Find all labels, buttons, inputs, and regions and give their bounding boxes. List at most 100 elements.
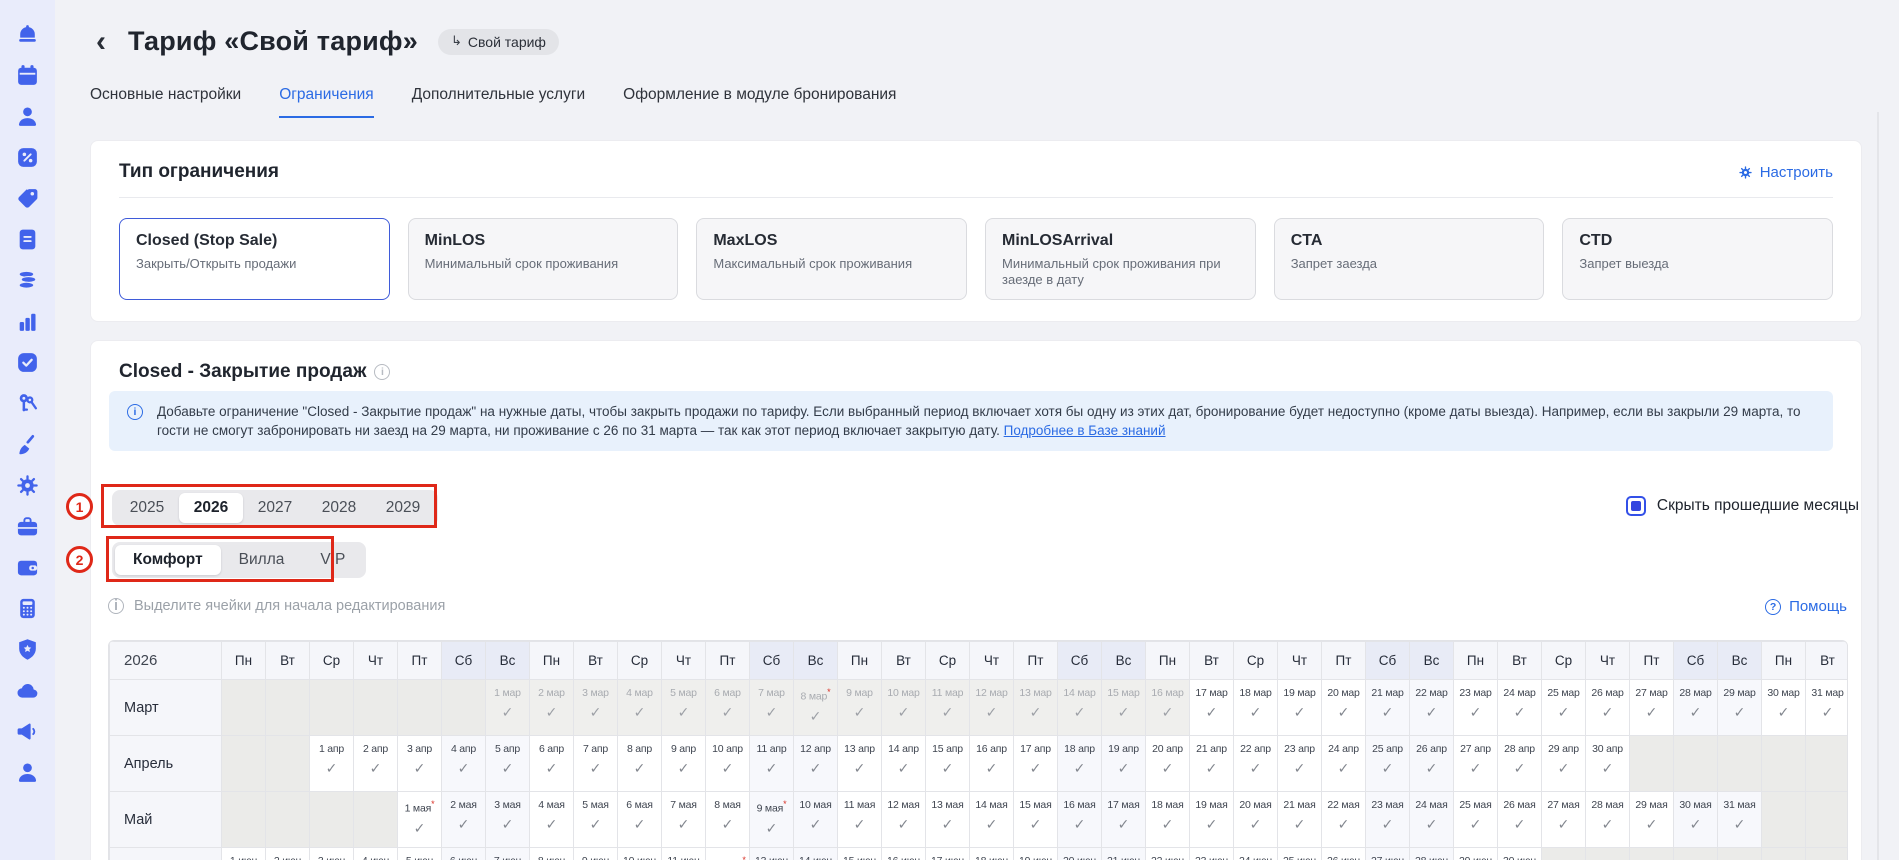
date-cell[interactable]: 30 июн✓ — [1498, 848, 1542, 860]
date-cell[interactable]: 23 мая✓ — [1366, 792, 1410, 848]
date-cell[interactable]: 18 мар✓ — [1234, 680, 1278, 736]
date-cell[interactable]: 26 апр✓ — [1410, 736, 1454, 792]
date-cell[interactable]: 23 апр✓ — [1278, 736, 1322, 792]
date-cell[interactable]: 6 мар✓ — [706, 680, 750, 736]
date-cell[interactable]: 26 мар✓ — [1586, 680, 1630, 736]
date-cell[interactable]: 1 июн✓ — [222, 848, 266, 860]
date-cell[interactable]: 29 июн✓ — [1454, 848, 1498, 860]
date-cell[interactable]: 8 апр✓ — [618, 736, 662, 792]
gear-icon[interactable] — [15, 473, 40, 498]
date-cell[interactable]: 4 мар✓ — [618, 680, 662, 736]
restriction-card-minlos[interactable]: MinLOSМинимальный срок проживания — [408, 218, 679, 300]
date-cell[interactable]: 20 июн✓ — [1058, 848, 1102, 860]
date-cell[interactable]: 31 мар✓ — [1806, 680, 1849, 736]
date-cell[interactable]: 3 мар✓ — [574, 680, 618, 736]
scrollbar[interactable] — [1877, 112, 1879, 860]
cloud-icon[interactable] — [15, 678, 40, 703]
date-cell[interactable]: 26 мая✓ — [1498, 792, 1542, 848]
date-cell[interactable]: 30 мая✓ — [1674, 792, 1718, 848]
configure-button[interactable]: Настроить — [1738, 164, 1833, 181]
user-icon[interactable] — [15, 104, 40, 129]
date-cell[interactable]: 29 апр✓ — [1542, 736, 1586, 792]
date-cell[interactable]: 22 мар✓ — [1410, 680, 1454, 736]
date-cell[interactable]: 11 мая✓ — [838, 792, 882, 848]
profile-icon[interactable] — [15, 760, 40, 785]
date-cell[interactable]: 24 июн✓ — [1234, 848, 1278, 860]
year-tab-2026[interactable]: 2026 — [179, 493, 243, 523]
date-cell[interactable]: 1 мар✓ — [486, 680, 530, 736]
help-link[interactable]: ? Помощь — [1765, 598, 1847, 615]
date-cell[interactable]: 12 июн*✓ — [706, 848, 750, 860]
year-tab-2029[interactable]: 2029 — [371, 493, 435, 523]
category-tab-vip[interactable]: VIP — [302, 545, 363, 575]
date-cell[interactable]: 27 мая✓ — [1542, 792, 1586, 848]
date-cell[interactable]: 5 мар✓ — [662, 680, 706, 736]
date-cell[interactable]: 14 апр✓ — [882, 736, 926, 792]
briefcase-icon[interactable] — [15, 514, 40, 539]
date-cell[interactable]: 16 июн✓ — [882, 848, 926, 860]
date-cell[interactable]: 21 апр✓ — [1190, 736, 1234, 792]
date-cell[interactable]: 9 апр✓ — [662, 736, 706, 792]
coins-icon[interactable] — [15, 268, 40, 293]
date-cell[interactable]: 10 июн✓ — [618, 848, 662, 860]
restriction-card-maxlos[interactable]: MaxLOSМаксимальный срок проживания — [696, 218, 967, 300]
date-cell[interactable]: 14 мая✓ — [970, 792, 1014, 848]
year-tab-2025[interactable]: 2025 — [115, 493, 179, 523]
tab-3[interactable]: Дополнительные услуги — [412, 86, 585, 118]
date-cell[interactable]: 18 июн✓ — [970, 848, 1014, 860]
restriction-card-ctd[interactable]: CTDЗапрет выезда — [1562, 218, 1833, 300]
date-cell[interactable]: 18 мая✓ — [1146, 792, 1190, 848]
date-cell[interactable]: 7 мая✓ — [662, 792, 706, 848]
knowledge-base-link[interactable]: Подробнее в Базе знаний — [1004, 423, 1166, 438]
date-cell[interactable]: 15 июн✓ — [838, 848, 882, 860]
document-icon[interactable] — [15, 227, 40, 252]
category-tab-вилла[interactable]: Вилла — [221, 545, 303, 575]
percent-icon[interactable] — [15, 145, 40, 170]
date-cell[interactable]: 10 мая✓ — [794, 792, 838, 848]
date-cell[interactable]: 3 мая✓ — [486, 792, 530, 848]
info-icon[interactable]: i — [374, 364, 390, 380]
date-cell[interactable]: 9 июн✓ — [574, 848, 618, 860]
date-cell[interactable]: 17 апр✓ — [1014, 736, 1058, 792]
date-cell[interactable]: 25 апр✓ — [1366, 736, 1410, 792]
date-cell[interactable]: 17 мая✓ — [1102, 792, 1146, 848]
date-cell[interactable]: 17 мар✓ — [1190, 680, 1234, 736]
keys-icon[interactable] — [15, 391, 40, 416]
date-cell[interactable]: 16 мар✓ — [1146, 680, 1190, 736]
date-cell[interactable]: 23 мар✓ — [1454, 680, 1498, 736]
date-cell[interactable]: 18 апр✓ — [1058, 736, 1102, 792]
date-cell[interactable]: 22 мая✓ — [1322, 792, 1366, 848]
date-cell[interactable]: 25 мая✓ — [1454, 792, 1498, 848]
date-cell[interactable]: 7 июн✓ — [486, 848, 530, 860]
date-cell[interactable]: 6 июн✓ — [442, 848, 486, 860]
date-cell[interactable]: 28 июн✓ — [1410, 848, 1454, 860]
date-cell[interactable]: 30 мар✓ — [1762, 680, 1806, 736]
date-cell[interactable]: 11 мар✓ — [926, 680, 970, 736]
date-cell[interactable]: 28 апр✓ — [1498, 736, 1542, 792]
date-cell[interactable]: 24 мая✓ — [1410, 792, 1454, 848]
date-cell[interactable]: 4 июн✓ — [354, 848, 398, 860]
wallet-icon[interactable] — [15, 555, 40, 580]
date-cell[interactable]: 12 апр✓ — [794, 736, 838, 792]
date-cell[interactable]: 12 мар✓ — [970, 680, 1014, 736]
date-cell[interactable]: 13 мая✓ — [926, 792, 970, 848]
date-cell[interactable]: 8 мая✓ — [706, 792, 750, 848]
date-cell[interactable]: 6 апр✓ — [530, 736, 574, 792]
date-cell[interactable]: 19 мая✓ — [1190, 792, 1234, 848]
date-cell[interactable]: 21 мая✓ — [1278, 792, 1322, 848]
date-cell[interactable]: 11 июн✓ — [662, 848, 706, 860]
calendar-icon[interactable] — [15, 63, 40, 88]
date-cell[interactable]: 15 мар✓ — [1102, 680, 1146, 736]
date-cell[interactable]: 15 мая✓ — [1014, 792, 1058, 848]
date-cell[interactable]: 27 апр✓ — [1454, 736, 1498, 792]
date-cell[interactable]: 13 апр✓ — [838, 736, 882, 792]
bell-icon[interactable] — [15, 22, 40, 47]
date-cell[interactable]: 1 апр✓ — [310, 736, 354, 792]
date-cell[interactable]: 16 мая✓ — [1058, 792, 1102, 848]
date-cell[interactable]: 29 мая✓ — [1630, 792, 1674, 848]
date-cell[interactable]: 2 июн✓ — [266, 848, 310, 860]
date-cell[interactable]: 2 мая✓ — [442, 792, 486, 848]
date-cell[interactable]: 11 апр✓ — [750, 736, 794, 792]
broom-icon[interactable] — [15, 432, 40, 457]
date-cell[interactable]: 28 мая✓ — [1586, 792, 1630, 848]
